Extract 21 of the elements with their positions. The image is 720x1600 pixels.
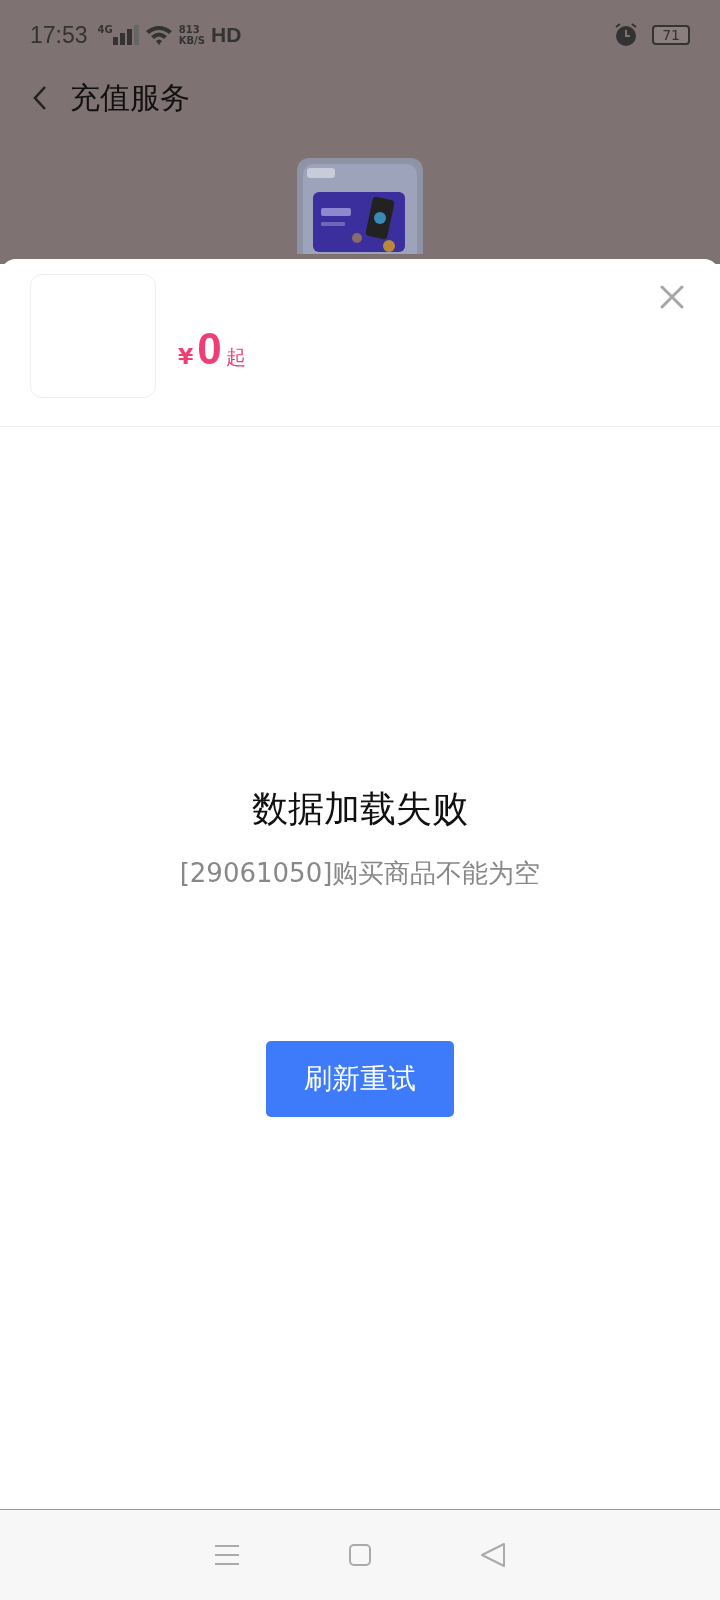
battery-icon: 71 xyxy=(652,25,690,45)
back-icon[interactable] xyxy=(480,1542,506,1568)
close-icon[interactable] xyxy=(660,285,684,309)
retry-button[interactable]: 刷新重试 xyxy=(266,1041,454,1117)
home-icon[interactable] xyxy=(348,1543,372,1567)
speed-unit: KB/S xyxy=(178,35,205,46)
price-suffix: 起 xyxy=(225,344,246,371)
wifi-icon xyxy=(144,24,173,46)
hd-label: HD xyxy=(210,23,242,47)
status-time: 17:53 xyxy=(30,21,88,49)
alarm-icon xyxy=(614,23,639,47)
network-speed: 813 xyxy=(178,24,201,35)
network-type: 4G xyxy=(97,23,113,35)
back-icon[interactable] xyxy=(32,85,48,111)
error-title: 数据加载失败 xyxy=(252,787,468,831)
page-title: 充值服务 xyxy=(70,78,190,117)
menu-icon[interactable] xyxy=(214,1544,240,1566)
signal-icon xyxy=(112,25,139,45)
currency-symbol: ¥ xyxy=(178,344,194,369)
error-message: [29061050]购买商品不能为空 xyxy=(179,857,541,890)
price-value: 0 xyxy=(197,324,222,374)
